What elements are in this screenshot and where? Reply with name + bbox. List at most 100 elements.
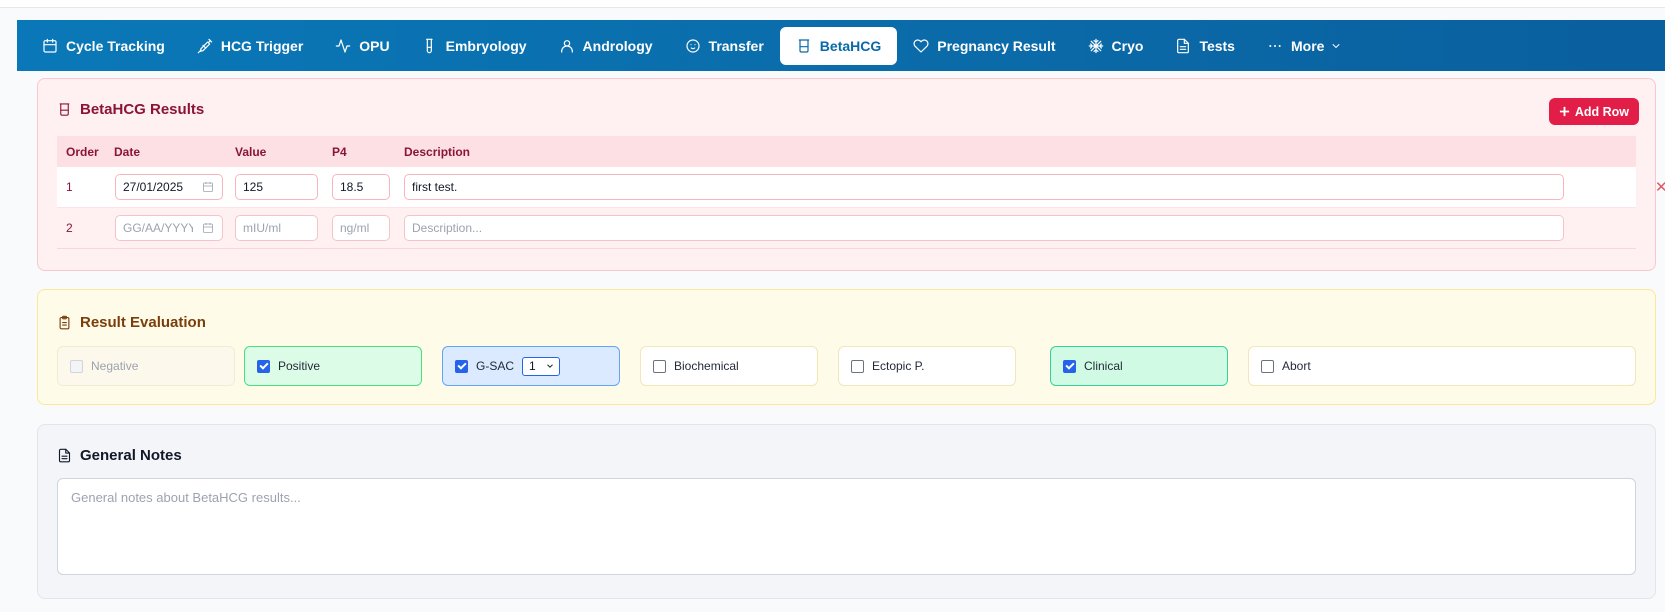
option-label: Biochemical (674, 359, 739, 373)
option-label: Ectopic P. (872, 359, 925, 373)
tab-tests[interactable]: Tests (1159, 27, 1251, 65)
table-row: 1 27/01/2025 125 18.5 first test. ✕ (57, 167, 1665, 208)
option-positive[interactable]: Positive (244, 346, 422, 386)
tab-opu[interactable]: OPU (319, 27, 405, 65)
value-input[interactable]: 125 (235, 174, 318, 200)
tab-label: HCG Trigger (220, 37, 304, 54)
value-placeholder: mIU/ml (243, 221, 281, 235)
file-icon (1177, 38, 1190, 53)
tab-label: Cryo (1111, 37, 1144, 54)
calendar-icon (43, 38, 57, 53)
clinical-checkbox[interactable] (1063, 359, 1076, 373)
tab-andrology[interactable]: Andrology (543, 27, 669, 65)
baby-icon (685, 38, 700, 53)
tab-label: Embryology (445, 37, 527, 54)
value-input[interactable]: mIU/ml (235, 215, 318, 241)
column-header-order: Order (66, 144, 99, 159)
row-order: 1 (66, 180, 73, 194)
section-title: Result Evaluation (80, 314, 206, 331)
add-row-button[interactable]: Add Row (1548, 98, 1639, 125)
tab-label: Andrology (582, 37, 653, 54)
value-value: 125 (243, 180, 264, 194)
tab-label: Transfer (708, 37, 764, 54)
section-title: General Notes (80, 447, 182, 464)
option-label: Clinical (1084, 359, 1123, 373)
document-icon (58, 448, 71, 463)
description-placeholder: Description... (412, 221, 483, 235)
general-notes-textarea[interactable]: General notes about BetaHCG results... (57, 478, 1636, 575)
option-label: G-SAC (476, 359, 515, 373)
select-value: 1 (529, 359, 536, 373)
option-g-sac[interactable]: G-SAC 1 (442, 346, 620, 386)
option-biochemical[interactable]: Biochemical (640, 346, 818, 386)
tab-hcg-trigger[interactable]: HCG Trigger (181, 27, 319, 65)
betahcg-results-card: BetaHCG Results Add Row Order Date Value… (37, 78, 1665, 271)
activity-icon (336, 38, 351, 53)
snowflake-icon (1088, 38, 1103, 53)
abort-checkbox[interactable] (1261, 359, 1274, 373)
row-order: 2 (66, 221, 73, 235)
heart-icon (913, 38, 929, 53)
option-negative: Negative (57, 346, 235, 386)
option-clinical[interactable]: Clinical (1050, 346, 1228, 386)
tab-cycle-tracking[interactable]: Cycle Tracking (26, 27, 181, 65)
p4-input[interactable]: ng/ml (332, 215, 390, 241)
add-row-label: Add Row (1574, 104, 1629, 119)
table-row: 2 GG/AA/YYYY mIU/ml ng/ml Description... (57, 208, 1636, 249)
general-notes-card: General Notes General notes about BetaHC… (37, 424, 1656, 599)
tab-label: BetaHCG (819, 37, 882, 54)
delete-row-icon[interactable]: ✕ (1655, 178, 1665, 196)
positive-checkbox[interactable] (257, 359, 270, 373)
option-label: Negative (91, 359, 139, 373)
date-value: 27/01/2025 (123, 180, 184, 194)
column-header-p4: P4 (332, 144, 347, 159)
more-icon (1269, 44, 1281, 47)
evaluation-card-title: Result Evaluation (57, 314, 206, 331)
chevron-down-icon (1332, 43, 1340, 48)
syringe-icon (197, 38, 213, 53)
top-bar (0, 0, 1665, 8)
date-placeholder: GG/AA/YYYY (123, 221, 193, 235)
section-title: BetaHCG Results (80, 101, 205, 118)
tab-more[interactable]: More (1251, 27, 1358, 65)
column-header-date: Date (114, 144, 141, 159)
plus-icon (1559, 106, 1569, 117)
tab-cryo[interactable]: Cryo (1072, 27, 1160, 65)
notes-placeholder: General notes about BetaHCG results... (71, 490, 301, 505)
notes-card-title: General Notes (57, 447, 182, 464)
option-ectopic[interactable]: Ectopic P. (838, 346, 1016, 386)
user-icon (560, 39, 573, 53)
p4-input[interactable]: 18.5 (332, 174, 390, 200)
tab-betahcg[interactable]: BetaHCG (779, 26, 898, 65)
description-input[interactable]: Description... (404, 215, 1564, 241)
tab-label: Pregnancy Result (937, 37, 1056, 54)
result-evaluation-card: Result Evaluation Negative Positive G-SA… (37, 289, 1656, 405)
tab-transfer[interactable]: Transfer (669, 27, 780, 65)
column-header-description: Description (404, 144, 471, 159)
biochemical-checkbox[interactable] (653, 359, 666, 373)
option-label: Positive (278, 359, 321, 373)
beaker-icon (59, 103, 70, 116)
calendar-icon[interactable] (202, 181, 214, 193)
ectopic-checkbox[interactable] (851, 359, 864, 373)
chevron-down-icon (547, 364, 553, 368)
tab-label: Cycle Tracking (66, 37, 165, 54)
clipboard-icon (59, 315, 70, 330)
g-sac-count-select[interactable]: 1 (522, 356, 561, 376)
betahcg-card-title: BetaHCG Results (57, 101, 204, 118)
tab-label: More (1290, 37, 1325, 54)
date-input[interactable]: GG/AA/YYYY (115, 215, 223, 241)
g-sac-checkbox[interactable] (455, 359, 468, 373)
description-input[interactable]: first test. (404, 174, 1564, 200)
p4-value: 18.5 (340, 180, 364, 194)
option-label: Abort (1282, 359, 1311, 373)
calendar-icon[interactable] (202, 222, 214, 234)
p4-placeholder: ng/ml (340, 221, 370, 235)
tab-pregnancy-result[interactable]: Pregnancy Result (897, 27, 1071, 65)
date-input[interactable]: 27/01/2025 (115, 174, 223, 200)
negative-checkbox (70, 359, 83, 373)
beaker-icon (798, 38, 810, 53)
tab-embryology[interactable]: Embryology (406, 27, 543, 65)
module-nav: Cycle Tracking HCG Trigger OPU Embryolog… (17, 20, 1665, 71)
option-abort[interactable]: Abort (1248, 346, 1636, 386)
